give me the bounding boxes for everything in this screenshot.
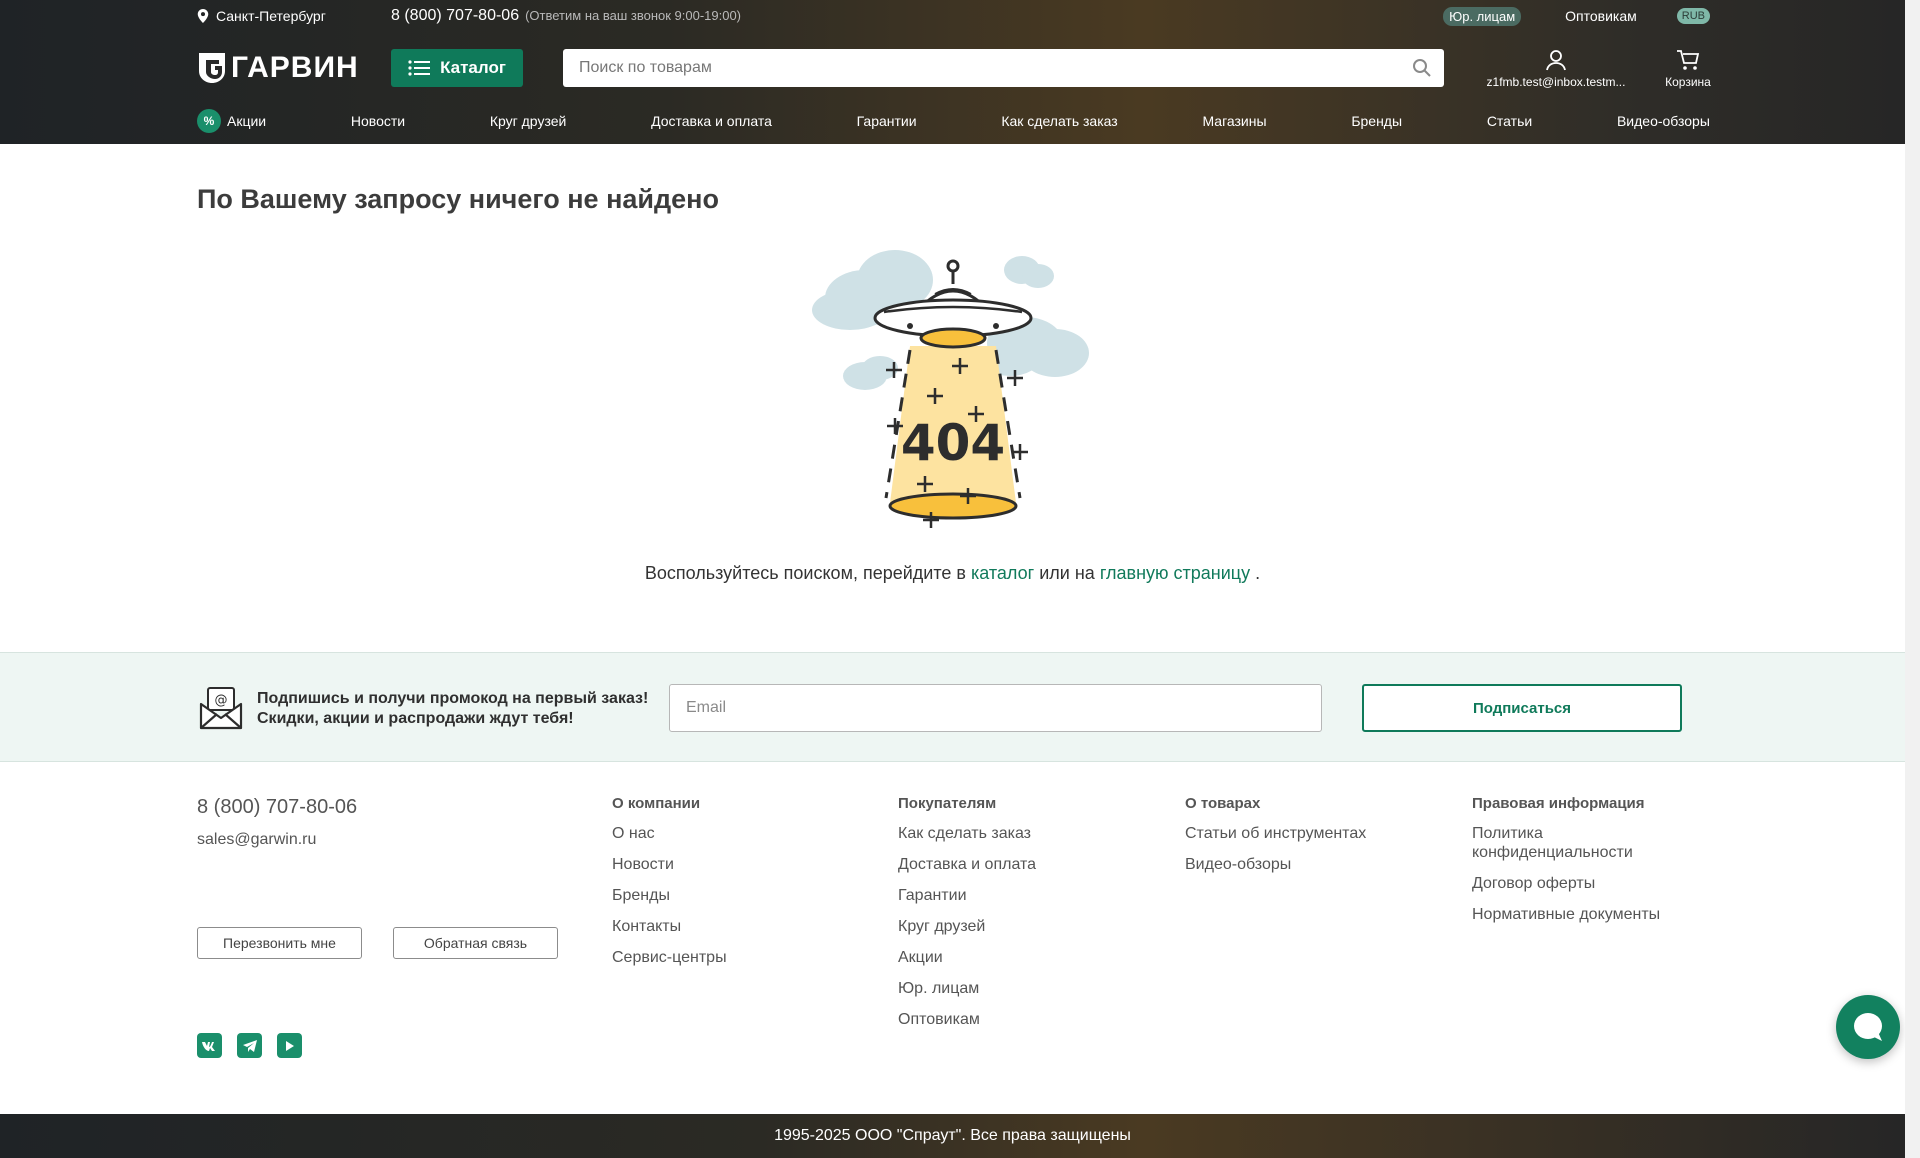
city-selector[interactable]: Санкт-Петербург	[197, 8, 326, 24]
telegram-icon[interactable]	[237, 1033, 262, 1058]
user-icon	[1546, 50, 1566, 71]
footer-email[interactable]: sales@garwin.ru	[197, 831, 316, 849]
footer-link-wholesale[interactable]: Оптовикам	[898, 1010, 1036, 1029]
nav-item-video-reviews[interactable]: Видео-обзоры	[1617, 113, 1710, 129]
footer-link-regulatory-documents[interactable]: Нормативные документы	[1472, 905, 1672, 924]
footer-link-news[interactable]: Новости	[612, 855, 727, 874]
feedback-button[interactable]: Обратная связь	[393, 927, 558, 959]
copyright-bar: 1995-2025 ООО "Спраут". Все права защище…	[0, 1114, 1905, 1158]
account-label: z1fmb.test@inbox.testm...	[1486, 75, 1626, 89]
nav-label: Акции	[227, 113, 267, 129]
ufo-404-illustration: 404	[812, 250, 1089, 528]
page: Санкт-Петербург 8 (800) 707-80-06 (Ответи…	[0, 0, 1905, 1158]
footer-link-offer-agreement[interactable]: Договор оферты	[1472, 874, 1672, 893]
vk-icon[interactable]	[197, 1033, 222, 1058]
youtube-icon[interactable]	[277, 1033, 302, 1058]
footer-link-delivery[interactable]: Доставка и оплата	[898, 855, 1036, 874]
footer-phone[interactable]: 8 (800) 707-80-06	[197, 796, 357, 819]
callback-button[interactable]: Перезвонить мне	[197, 927, 362, 959]
nav-item-promotions[interactable]: % Акции	[197, 109, 266, 133]
email-field[interactable]	[669, 684, 1322, 732]
logo-mark-icon	[199, 53, 225, 83]
legal-entities-link[interactable]: Юр. лицам	[1443, 6, 1522, 26]
footer-link-contacts[interactable]: Контакты	[612, 917, 727, 936]
envelope-icon: @	[199, 687, 243, 730]
catalog-label: Каталог	[440, 58, 506, 77]
cart-label: Корзина	[1665, 75, 1711, 89]
footer-link-warranty[interactable]: Гарантии	[898, 886, 1036, 905]
error-code: 404	[901, 414, 1005, 472]
nav-item-articles[interactable]: Статьи	[1487, 113, 1532, 129]
home-page-link[interactable]: главную страницу	[1100, 563, 1250, 583]
footer-link-service-centers[interactable]: Сервис-центры	[612, 948, 727, 967]
footer-column-buyers: Покупателям Как сделать заказ Доставка и…	[898, 795, 1036, 1041]
logo-text: ГАРВИН	[231, 51, 359, 84]
nav-item-news[interactable]: Новости	[351, 113, 405, 129]
catalog-link[interactable]: каталог	[971, 563, 1034, 583]
svg-text:@: @	[215, 693, 228, 708]
location-pin-icon	[197, 9, 209, 23]
nav-item-brands[interactable]: Бренды	[1351, 113, 1402, 129]
subscribe-line-2: Скидки, акции и распродажи ждут тебя!	[257, 710, 574, 727]
nav-item-friends-circle[interactable]: Круг друзей	[490, 113, 566, 129]
search-box	[563, 49, 1444, 87]
footer-link-about[interactable]: О нас	[612, 824, 727, 843]
subscribe-section: @ Подпишись и получи промокод на первый …	[0, 652, 1905, 762]
not-found-hint: Воспользуйтесь поиском, перейдите в ката…	[0, 563, 1905, 584]
subscribe-line-1: Подпишись и получи промокод на первый за…	[257, 690, 649, 707]
cart-icon	[1677, 50, 1700, 70]
footer-column-title: О товарах	[1185, 795, 1261, 812]
hint-text-middle: или на	[1039, 563, 1095, 583]
main-nav: % Акции Новости Круг друзей Доставка и о…	[197, 108, 1710, 134]
footer-link-legal-entities[interactable]: Юр. лицам	[898, 979, 1036, 998]
main-header-bar: ГАРВИН Каталог Поиск по товарам z1fmb.te…	[197, 49, 1711, 89]
nav-item-warranty[interactable]: Гарантии	[857, 113, 917, 129]
chat-widget-button[interactable]	[1836, 995, 1900, 1059]
cart-link[interactable]: Корзина	[1656, 49, 1720, 89]
footer-column-products: О товарах Статьи об инструментах Видео-о…	[1185, 795, 1366, 886]
site-header: Санкт-Петербург 8 (800) 707-80-06 (Ответи…	[0, 0, 1905, 144]
account-link[interactable]: z1fmb.test@inbox.testm...	[1482, 49, 1630, 89]
list-icon	[408, 60, 431, 76]
nav-item-delivery[interactable]: Доставка и оплата	[651, 113, 772, 129]
page-title: По Вашему запросу ничего не найдено	[197, 184, 719, 214]
logo[interactable]: ГАРВИН	[197, 51, 359, 85]
hint-text-after: .	[1255, 563, 1261, 583]
subscribe-text: Подпишись и получи промокод на первый за…	[257, 689, 648, 729]
chat-bubble-icon	[1854, 1013, 1882, 1041]
social-links	[197, 1033, 302, 1058]
currency-badge[interactable]: RUB	[1676, 8, 1710, 24]
catalog-button[interactable]: Каталог	[391, 49, 523, 87]
percent-icon: %	[197, 109, 221, 133]
copyright-text: 1995-2025 ООО "Спраут". Все права защище…	[774, 1127, 1131, 1144]
subscribe-button[interactable]: Подписаться	[1362, 684, 1682, 732]
page-scrollbar[interactable]	[1905, 0, 1920, 1158]
city-label: Санкт-Петербург	[216, 8, 326, 24]
search-icon[interactable]	[1412, 58, 1432, 78]
top-bar: Санкт-Петербург 8 (800) 707-80-06 (Ответи…	[197, 4, 1710, 28]
footer-link-how-to-order[interactable]: Как сделать заказ	[898, 824, 1036, 843]
footer-link-tool-articles[interactable]: Статьи об инструментах	[1185, 824, 1366, 843]
top-right-links: Юр. лицам Оптовикам RUB	[1443, 4, 1710, 28]
footer-link-promotions[interactable]: Акции	[898, 948, 1036, 967]
footer-column-company: О компании О нас Новости Бренды Контакты…	[612, 795, 727, 979]
header-phone[interactable]: 8 (800) 707-80-06 (Ответим на ваш звонок …	[391, 7, 741, 25]
footer-column-title: Правовая информация	[1472, 795, 1645, 812]
footer-column-title: О компании	[612, 795, 701, 812]
footer-link-privacy-policy[interactable]: Политика конфиденциальности	[1472, 824, 1642, 862]
nav-item-stores[interactable]: Магазины	[1202, 113, 1266, 129]
phone-note: (Ответим на ваш звонок 9:00-19:00)	[525, 8, 742, 23]
nav-item-how-to-order[interactable]: Как сделать заказ	[1001, 113, 1117, 129]
footer-column-legal: Правовая информация Политика конфиденциа…	[1472, 795, 1672, 936]
footer-column-title: Покупателям	[898, 795, 997, 812]
hint-text-before: Воспользуйтесь поиском, перейдите в	[644, 563, 966, 583]
footer-link-video-reviews[interactable]: Видео-обзоры	[1185, 855, 1366, 874]
header-phone-number[interactable]: 8 (800) 707-80-06	[391, 7, 519, 24]
footer-link-friends-circle[interactable]: Круг друзей	[898, 917, 1036, 936]
footer-link-brands[interactable]: Бренды	[612, 886, 727, 905]
wholesale-link[interactable]: Оптовикам	[1565, 8, 1637, 24]
search-input[interactable]	[563, 49, 1444, 87]
